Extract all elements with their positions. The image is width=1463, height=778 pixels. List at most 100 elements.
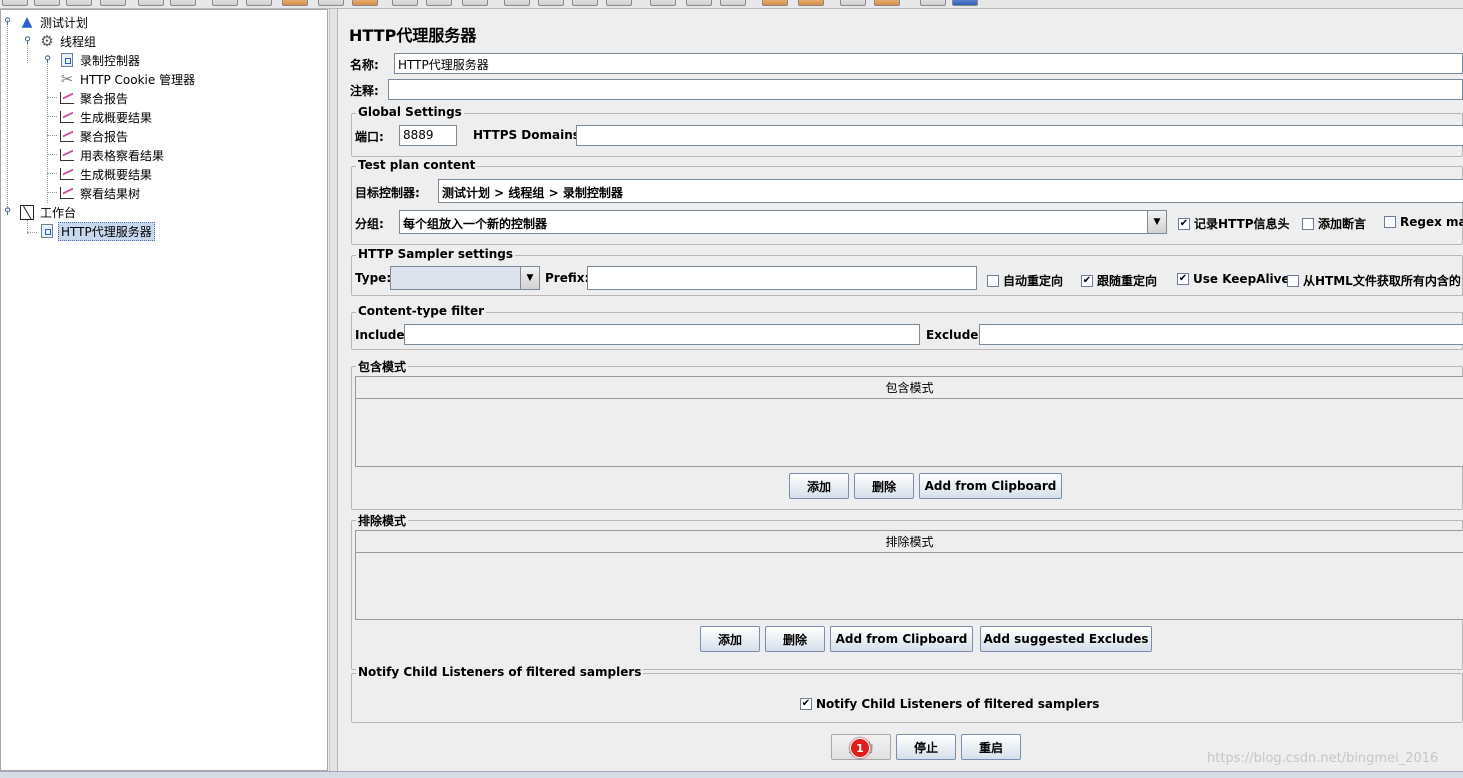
table-column-header[interactable]: 排除模式 xyxy=(356,531,1463,553)
tools-icon: ✂ xyxy=(60,70,74,88)
add-suggested-excludes-button[interactable]: Add suggested Excludes xyxy=(980,626,1152,652)
remote-exit-icon[interactable] xyxy=(538,0,564,6)
grouping-select[interactable]: 每个组放入一个新的控制器 ▼ xyxy=(399,210,1167,234)
tree-node-summary-report[interactable]: 生成概要结果 xyxy=(59,165,154,183)
clear-all-icon[interactable] xyxy=(606,0,632,6)
tree-node-recording-controller[interactable]: 录制控制器 xyxy=(59,51,142,69)
remote-stop-icon[interactable] xyxy=(504,0,530,6)
collapse-icon[interactable] xyxy=(246,0,272,6)
expand-toggle-icon[interactable]: ⚲ xyxy=(3,208,12,217)
search-icon[interactable] xyxy=(650,0,676,6)
remote-start-icon[interactable] xyxy=(462,0,488,6)
test-plan-content-group: Test plan content 目标控制器: 测试计划 > 线程组 > 录制… xyxy=(351,158,1463,245)
controller-icon xyxy=(59,52,75,68)
prefix-field[interactable] xyxy=(587,266,977,290)
comment-label: 注释: xyxy=(350,84,379,98)
split-pane-divider[interactable] xyxy=(329,9,338,771)
port-field[interactable]: 8889 xyxy=(399,125,457,146)
open-icon[interactable] xyxy=(34,0,60,6)
tree-node-summary-report[interactable]: 生成概要结果 xyxy=(59,108,154,126)
checkmark-icon: ✔ xyxy=(1177,273,1189,285)
tree-node-http-proxy[interactable]: HTTP代理服务器 xyxy=(39,221,155,241)
add-exclude-from-clipboard-button[interactable]: Add from Clipboard xyxy=(830,626,973,652)
save-icon[interactable] xyxy=(66,0,92,6)
test-plan-tree[interactable]: ⚲ ⚲ ⚲ ⚲ ▲ 测试计划 ⚙ 线程组 录制控制器 ✂ HTTP Cookie… xyxy=(0,9,328,771)
follow-redirect-checkbox[interactable]: ✔ 跟随重定向 xyxy=(1081,272,1157,289)
sampler-type-value xyxy=(391,267,520,289)
checkbox-box xyxy=(1384,216,1396,228)
target-controller-select[interactable]: 测试计划 > 线程组 > 录制控制器 xyxy=(438,179,1463,203)
tree-connector xyxy=(47,173,57,174)
paste-icon[interactable] xyxy=(170,0,196,6)
content-type-filter-group: Content-type filter Include: Exclude: xyxy=(351,304,1463,350)
add-include-button[interactable]: 添加 xyxy=(789,473,849,499)
name-field[interactable]: HTTP代理服务器 xyxy=(394,53,1463,74)
expand-toggle-icon[interactable]: ⚲ xyxy=(23,37,32,46)
table-column-header[interactable]: 包含模式 xyxy=(356,377,1463,399)
include-field[interactable] xyxy=(404,324,920,345)
add-exclude-button[interactable]: 添加 xyxy=(700,626,760,652)
toggle-icon[interactable] xyxy=(282,0,308,6)
tree-connector xyxy=(47,97,57,98)
expand-toggle-icon[interactable]: ⚲ xyxy=(3,18,12,27)
tree-node-table-results[interactable]: 用表格察看结果 xyxy=(59,146,166,164)
checkbox-box xyxy=(1287,274,1299,287)
broom-icon[interactable] xyxy=(762,0,788,6)
tree-node-aggregate-report[interactable]: 聚合报告 xyxy=(59,127,130,145)
regex-matching-checkbox[interactable]: Regex matc xyxy=(1384,215,1463,229)
group-legend: Content-type filter xyxy=(356,304,486,318)
tree-node-label: 录制控制器 xyxy=(80,53,141,68)
add-assertion-checkbox[interactable]: 添加断言 xyxy=(1302,215,1366,232)
expand-icon[interactable] xyxy=(212,0,238,6)
report-icon xyxy=(59,109,75,125)
cut-icon[interactable] xyxy=(100,0,126,6)
port-label: 端口: xyxy=(355,130,384,144)
delete-exclude-button[interactable]: 删除 xyxy=(765,626,825,652)
comment-field[interactable] xyxy=(388,79,1463,100)
include-patterns-table[interactable]: 包含模式 xyxy=(355,376,1463,467)
reset-search-icon[interactable] xyxy=(686,0,712,6)
run-no-pause-icon[interactable] xyxy=(352,0,378,6)
tree-node-label: 聚合报告 xyxy=(80,91,129,106)
shutdown-icon[interactable] xyxy=(426,0,452,6)
group-legend: 排除模式 xyxy=(356,512,409,529)
retrieve-embedded-checkbox[interactable]: 从HTML文件获取所有内含的 xyxy=(1287,272,1461,289)
https-domains-field[interactable] xyxy=(576,125,1463,146)
workbench-icon xyxy=(19,204,35,220)
brush-icon[interactable] xyxy=(798,0,824,6)
tree-node-label: HTTP代理服务器 xyxy=(58,221,155,241)
run-icon[interactable] xyxy=(318,0,344,6)
tree-node-test-plan[interactable]: ▲ 测试计划 xyxy=(19,13,90,31)
tree-node-workbench[interactable]: 工作台 xyxy=(19,203,78,221)
exclude-field[interactable] xyxy=(979,324,1463,345)
help-icon[interactable] xyxy=(840,0,866,6)
tree-node-aggregate-report[interactable]: 聚合报告 xyxy=(59,89,130,107)
group-legend: Global Settings xyxy=(356,105,464,119)
sampler-type-select[interactable]: ▼ xyxy=(390,266,540,290)
clear-icon[interactable] xyxy=(572,0,598,6)
stop-icon[interactable] xyxy=(392,0,418,6)
add-include-from-clipboard-button[interactable]: Add from Clipboard xyxy=(919,473,1062,499)
ssl-icon[interactable] xyxy=(874,0,900,6)
tree-node-cookie-manager[interactable]: ✂ HTTP Cookie 管理器 xyxy=(59,70,197,88)
keepalive-checkbox[interactable]: ✔ Use KeepAlive xyxy=(1177,272,1290,286)
auto-redirect-checkbox[interactable]: 自动重定向 xyxy=(987,272,1063,289)
checkbox-label: 自动重定向 xyxy=(1003,274,1064,288)
tree-node-results-tree[interactable]: 察看结果树 xyxy=(59,184,142,202)
restart-button[interactable]: 重启 xyxy=(961,734,1021,760)
function-helper-icon[interactable] xyxy=(720,0,746,6)
copy-icon[interactable] xyxy=(138,0,164,6)
page-title: HTTP代理服务器 xyxy=(349,26,477,45)
exclude-patterns-table[interactable]: 排除模式 xyxy=(355,530,1463,620)
log-icon[interactable] xyxy=(952,0,978,6)
notify-child-listeners-checkbox[interactable]: ✔ Notify Child Listeners of filtered sam… xyxy=(800,697,1099,711)
status-bar xyxy=(0,771,1463,778)
checkbox-label: 添加断言 xyxy=(1318,217,1367,231)
expand-toggle-icon[interactable]: ⚲ xyxy=(43,56,52,65)
stop-button[interactable]: 停止 xyxy=(896,734,956,760)
new-icon[interactable] xyxy=(2,0,28,6)
delete-include-button[interactable]: 删除 xyxy=(854,473,914,499)
list-icon[interactable] xyxy=(920,0,946,6)
record-http-headers-checkbox[interactable]: ✔ 记录HTTP信息头 xyxy=(1178,215,1290,232)
tree-node-thread-group[interactable]: ⚙ 线程组 xyxy=(39,32,98,50)
